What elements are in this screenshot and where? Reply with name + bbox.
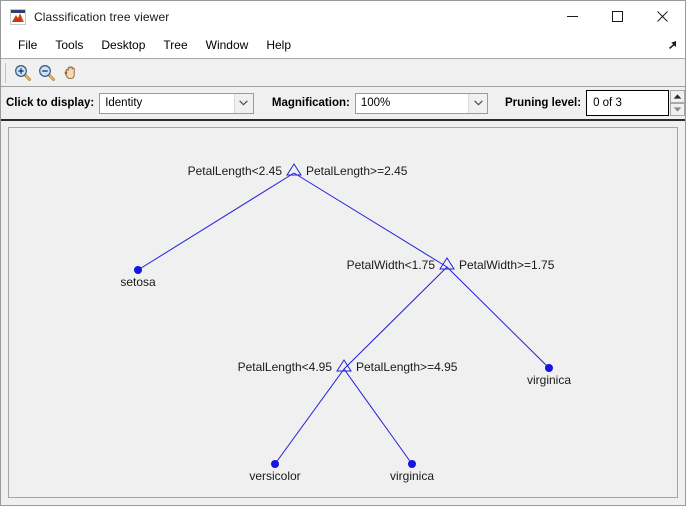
leaf-class-label: versicolor	[249, 469, 300, 483]
dock-arrow-icon[interactable]	[665, 37, 679, 51]
magnification-label: Magnification:	[271, 97, 350, 109]
classification-tree-viewer-window: Classification tree viewer File Tools De…	[0, 0, 686, 506]
menu-item-help[interactable]: Help	[257, 35, 300, 56]
menu-item-window[interactable]: Window	[197, 35, 258, 56]
split-left-condition-label: PetalLength<4.95	[238, 360, 333, 374]
split-left-condition-label: PetalWidth<1.75	[347, 258, 436, 272]
menu-item-tools[interactable]: Tools	[46, 35, 92, 56]
tree-edge	[343, 266, 448, 370]
leaf-node-dot	[408, 460, 416, 468]
tree-leaf-node[interactable]: versicolor	[249, 460, 301, 483]
zoom-in-icon[interactable]	[11, 61, 35, 84]
magnification-value: 100%	[360, 97, 391, 109]
pruning-level-label: Pruning level:	[505, 97, 582, 109]
leaf-node-dot	[271, 460, 279, 468]
click-to-display-label: Click to display:	[6, 97, 95, 109]
stepper-down-button[interactable]	[670, 103, 685, 116]
split-right-condition-label: PetalWidth>=1.75	[459, 258, 555, 272]
tree-leaf-node[interactable]: setosa	[120, 266, 156, 289]
split-left-condition-label: PetalLength<2.45	[188, 164, 283, 178]
tree-edge	[293, 172, 448, 268]
leaf-class-label: setosa	[120, 275, 156, 289]
chevron-down-icon	[468, 93, 488, 113]
toolbar	[1, 59, 685, 87]
close-button[interactable]	[640, 1, 685, 32]
leaf-class-label: virginica	[527, 373, 571, 387]
toolbar-separator	[5, 62, 6, 83]
pruning-level-field[interactable]: 0 of 3	[586, 90, 670, 116]
split-right-condition-label: PetalLength>=2.45	[306, 164, 408, 178]
leaf-class-label: virginica	[390, 469, 434, 483]
control-bar: Click to display: Identity Magnification…	[1, 87, 685, 121]
stepper-up-button[interactable]	[670, 90, 685, 103]
chevron-down-icon	[233, 93, 253, 113]
tree-split-node[interactable]: PetalWidth<1.75 PetalWidth>=1.75	[347, 257, 555, 272]
click-to-display-value: Identity	[105, 97, 143, 109]
menu-item-desktop[interactable]: Desktop	[92, 35, 154, 56]
tree-leaf-node[interactable]: virginica	[527, 364, 571, 387]
window-controls	[550, 1, 685, 32]
tree-split-node[interactable]: PetalLength<2.45 PetalLength>=2.45	[188, 163, 408, 178]
window-title: Classification tree viewer	[34, 9, 170, 24]
menu-item-tree[interactable]: Tree	[154, 35, 196, 56]
pan-hand-icon[interactable]	[59, 61, 83, 84]
pruning-level-stepper[interactable]	[670, 90, 685, 116]
title-bar: Classification tree viewer	[1, 1, 685, 33]
split-right-condition-label: PetalLength>=4.95	[356, 360, 458, 374]
tree-edge	[343, 368, 413, 465]
menu-bar: File Tools Desktop Tree Window Help	[1, 33, 685, 59]
matlab-membrane-icon	[10, 8, 26, 25]
menu-item-file[interactable]: File	[9, 35, 46, 56]
pruning-level-value: 0 of 3	[593, 97, 622, 109]
leaf-node-dot	[134, 266, 142, 274]
magnification-select[interactable]: 100%	[354, 92, 489, 114]
tree-plot-panel[interactable]: PetalLength<2.45 PetalLength>=2.45 setosa P…	[8, 127, 678, 498]
plot-area-wrapper: PetalLength<2.45 PetalLength>=2.45 setosa P…	[1, 121, 685, 505]
tree-leaf-node[interactable]: virginica	[390, 460, 434, 483]
zoom-out-icon[interactable]	[35, 61, 59, 84]
maximize-button[interactable]	[595, 1, 640, 32]
leaf-node-dot	[545, 364, 553, 372]
click-to-display-select[interactable]: Identity	[99, 92, 254, 114]
tree-edge	[274, 368, 345, 465]
tree-split-node[interactable]: PetalLength<4.95 PetalLength>=4.95	[238, 359, 458, 374]
minimize-button[interactable]	[550, 1, 595, 32]
tree-edge	[446, 266, 550, 369]
classification-tree-graphic: PetalLength<2.45 PetalLength>=2.45 setosa P…	[120, 163, 571, 483]
tree-edge	[137, 172, 295, 271]
